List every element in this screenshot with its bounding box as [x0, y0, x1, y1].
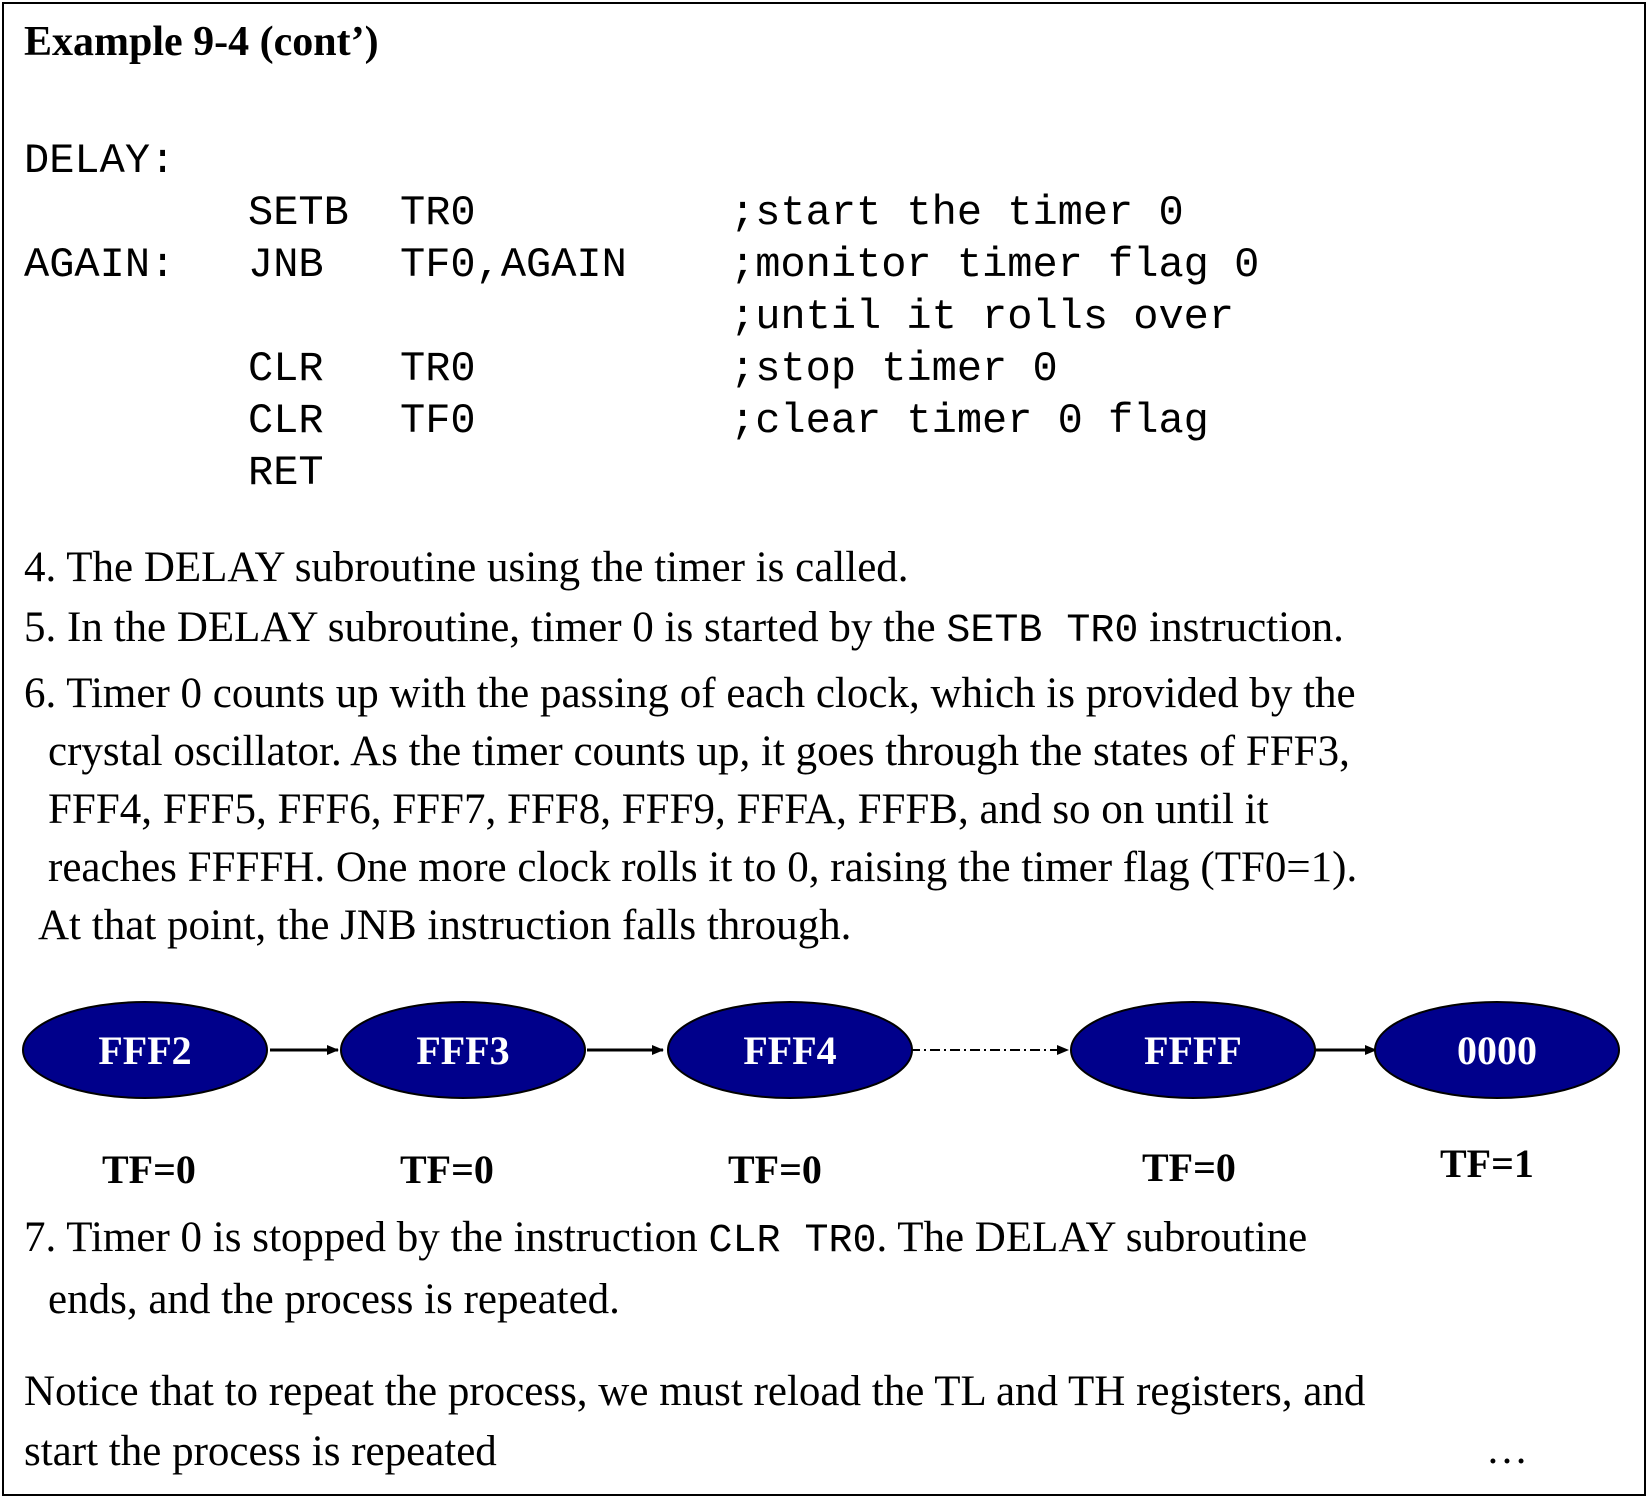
timer-state-diagram: FFF2 FFF3 FFF4 FFFF 0000 — [22, 1001, 1620, 1099]
state-value: FFF3 — [416, 1028, 509, 1073]
state-node: FFF3 — [340, 1001, 586, 1099]
step-6-line-1: 6. Timer 0 counts up with the passing of… — [24, 670, 1356, 717]
code-arg: TF0 — [400, 397, 476, 445]
step-7-line-2: ends, and the process is repeated. — [48, 1276, 620, 1323]
code-label-again: AGAIN: — [24, 241, 176, 289]
code-op: CLR — [248, 345, 324, 393]
flag-label: TF=0 — [400, 1147, 494, 1192]
notice-line-1: Notice that to repeat the process, we mu… — [24, 1368, 1366, 1415]
step-7-text: 7. Timer 0 is stopped by the instruction — [24, 1214, 709, 1261]
step-4: 4. The DELAY subroutine using the timer … — [24, 544, 909, 591]
state-node: 0000 — [1374, 1001, 1620, 1099]
state-node: FFFF — [1070, 1001, 1316, 1099]
notice-line-2: start the process is repeated — [24, 1428, 497, 1475]
state-value: FFF2 — [98, 1028, 191, 1073]
flag-label: TF=0 — [1142, 1145, 1236, 1190]
step-6-line-3: FFF4, FFF5, FFF6, FFF7, FFF8, FFF9, FFFA… — [48, 786, 1269, 833]
step-6-line-5: At that point, the JNB instruction falls… — [38, 902, 852, 949]
code-op: CLR — [248, 397, 324, 445]
code-comment: ;until it rolls over — [730, 293, 1235, 341]
step-6-line-4: reaches FFFFH. One more clock rolls it t… — [48, 844, 1358, 891]
code-op: RET — [248, 449, 324, 497]
state-value: FFF4 — [743, 1028, 836, 1073]
step-7-code: CLR TR0 — [708, 1219, 877, 1264]
step-7-line-1: 7. Timer 0 is stopped by the instruction… — [24, 1208, 1307, 1272]
step-5: 5. In the DELAY subroutine, timer 0 is s… — [24, 598, 1344, 662]
step-5-text-end: instruction. — [1138, 604, 1344, 651]
code-comment: ;clear timer 0 flag — [730, 397, 1209, 445]
state-node: FFF4 — [667, 1001, 913, 1099]
code-arg: TR0 — [400, 345, 476, 393]
code-op: SETB — [248, 189, 349, 237]
state-value: 0000 — [1457, 1028, 1537, 1073]
step-5-text: 5. In the DELAY subroutine, timer 0 is s… — [24, 604, 947, 651]
example-title: Example 9-4 (cont’) — [24, 19, 379, 65]
step-7-text-end: . The DELAY subroutine — [876, 1214, 1308, 1261]
code-label-delay: DELAY: — [24, 137, 176, 185]
code-arg: TF0,AGAIN — [400, 241, 627, 289]
step-6-line-2: crystal oscillator. As the timer counts … — [48, 728, 1350, 775]
state-node: FFF2 — [22, 1001, 268, 1099]
code-op: JNB — [248, 241, 324, 289]
ellipsis: … — [1486, 1427, 1528, 1473]
flag-label: TF=0 — [102, 1147, 196, 1192]
code-comment: ;monitor timer flag 0 — [730, 241, 1260, 289]
flag-label: TF=0 — [728, 1147, 822, 1192]
code-arg: TR0 — [400, 189, 476, 237]
code-comment: ;start the timer 0 — [730, 189, 1184, 237]
code-comment: ;stop timer 0 — [730, 345, 1058, 393]
flag-label: TF=1 — [1440, 1141, 1534, 1186]
step-5-code: SETB TR0 — [946, 609, 1139, 654]
state-value: FFFF — [1144, 1028, 1242, 1073]
